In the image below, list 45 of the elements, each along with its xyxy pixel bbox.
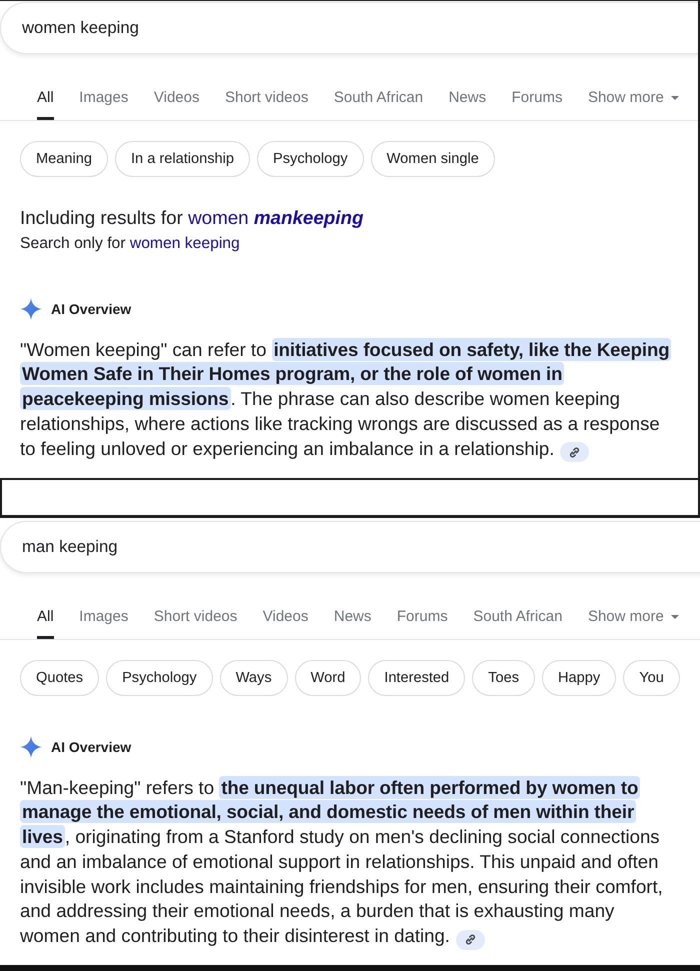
chip[interactable]: Ways [220, 660, 288, 696]
tab[interactable]: Short videos [154, 607, 238, 640]
tab[interactable]: All [37, 607, 54, 640]
tab[interactable]: South African [473, 607, 562, 640]
link-icon [569, 446, 580, 458]
search-field[interactable]: women keeping [0, 2, 698, 54]
tab[interactable]: Show more [588, 607, 679, 640]
tab[interactable]: Forums [396, 607, 448, 640]
tab[interactable]: Videos [262, 607, 308, 640]
chip[interactable]: You [623, 660, 680, 696]
tab[interactable]: South African [334, 88, 424, 120]
source-link-button[interactable] [560, 442, 590, 462]
tab[interactable]: News [334, 607, 372, 640]
tab[interactable]: Images [79, 88, 128, 120]
chip[interactable]: Word [294, 660, 362, 696]
caret-icon [670, 96, 679, 100]
sparkle-icon [20, 298, 42, 320]
sparkle-icon [20, 736, 42, 758]
chip[interactable]: Women single [370, 141, 495, 177]
chip[interactable]: Psychology [257, 141, 364, 177]
search-field[interactable]: man keeping [0, 521, 700, 574]
overview-text: "Man-keeping" refers to the unequal labor often performed by women to manage the emotional, social, and domestic needs of men within their lives, originating from a Stanford study on men's declining social connections and an imbalance of emotional support in relationships. This unpaid and often invisible work includes maintaining friendships for men, ensuring their comfort, and addressing their emotional needs, a burden that is exhausting many women and contributing to their disinterest in dating. [20, 776, 676, 950]
search-only-text: Search only for women keeping [20, 234, 241, 254]
corrected-query-link[interactable]: women mankeeping [188, 207, 364, 228]
chip[interactable]: In a relationship [114, 141, 250, 177]
tab[interactable]: News [448, 88, 486, 120]
chip[interactable]: Interested [368, 660, 466, 696]
chip[interactable]: Psychology [106, 660, 213, 696]
chip[interactable]: Toes [472, 660, 535, 696]
caret-icon [670, 615, 679, 620]
source-link-button[interactable] [456, 930, 485, 950]
chip[interactable]: Happy [542, 660, 616, 696]
ai-overview-heading: AI Overview [51, 739, 132, 756]
link-icon [464, 934, 476, 946]
chip[interactable]: Quotes [20, 660, 100, 696]
tab[interactable]: All [37, 88, 54, 120]
tab[interactable]: Images [79, 607, 128, 640]
chip[interactable]: Meaning [20, 141, 108, 177]
including-results-text: Including results for women mankeeping [20, 206, 364, 230]
tab[interactable]: Forums [512, 88, 562, 120]
tab[interactable]: Short videos [224, 88, 308, 120]
tab[interactable]: Show more [588, 88, 679, 120]
tab[interactable]: Videos [154, 88, 200, 120]
ai-overview-heading: AI Overview [51, 301, 132, 317]
original-query-link[interactable]: women keeping [130, 235, 240, 252]
